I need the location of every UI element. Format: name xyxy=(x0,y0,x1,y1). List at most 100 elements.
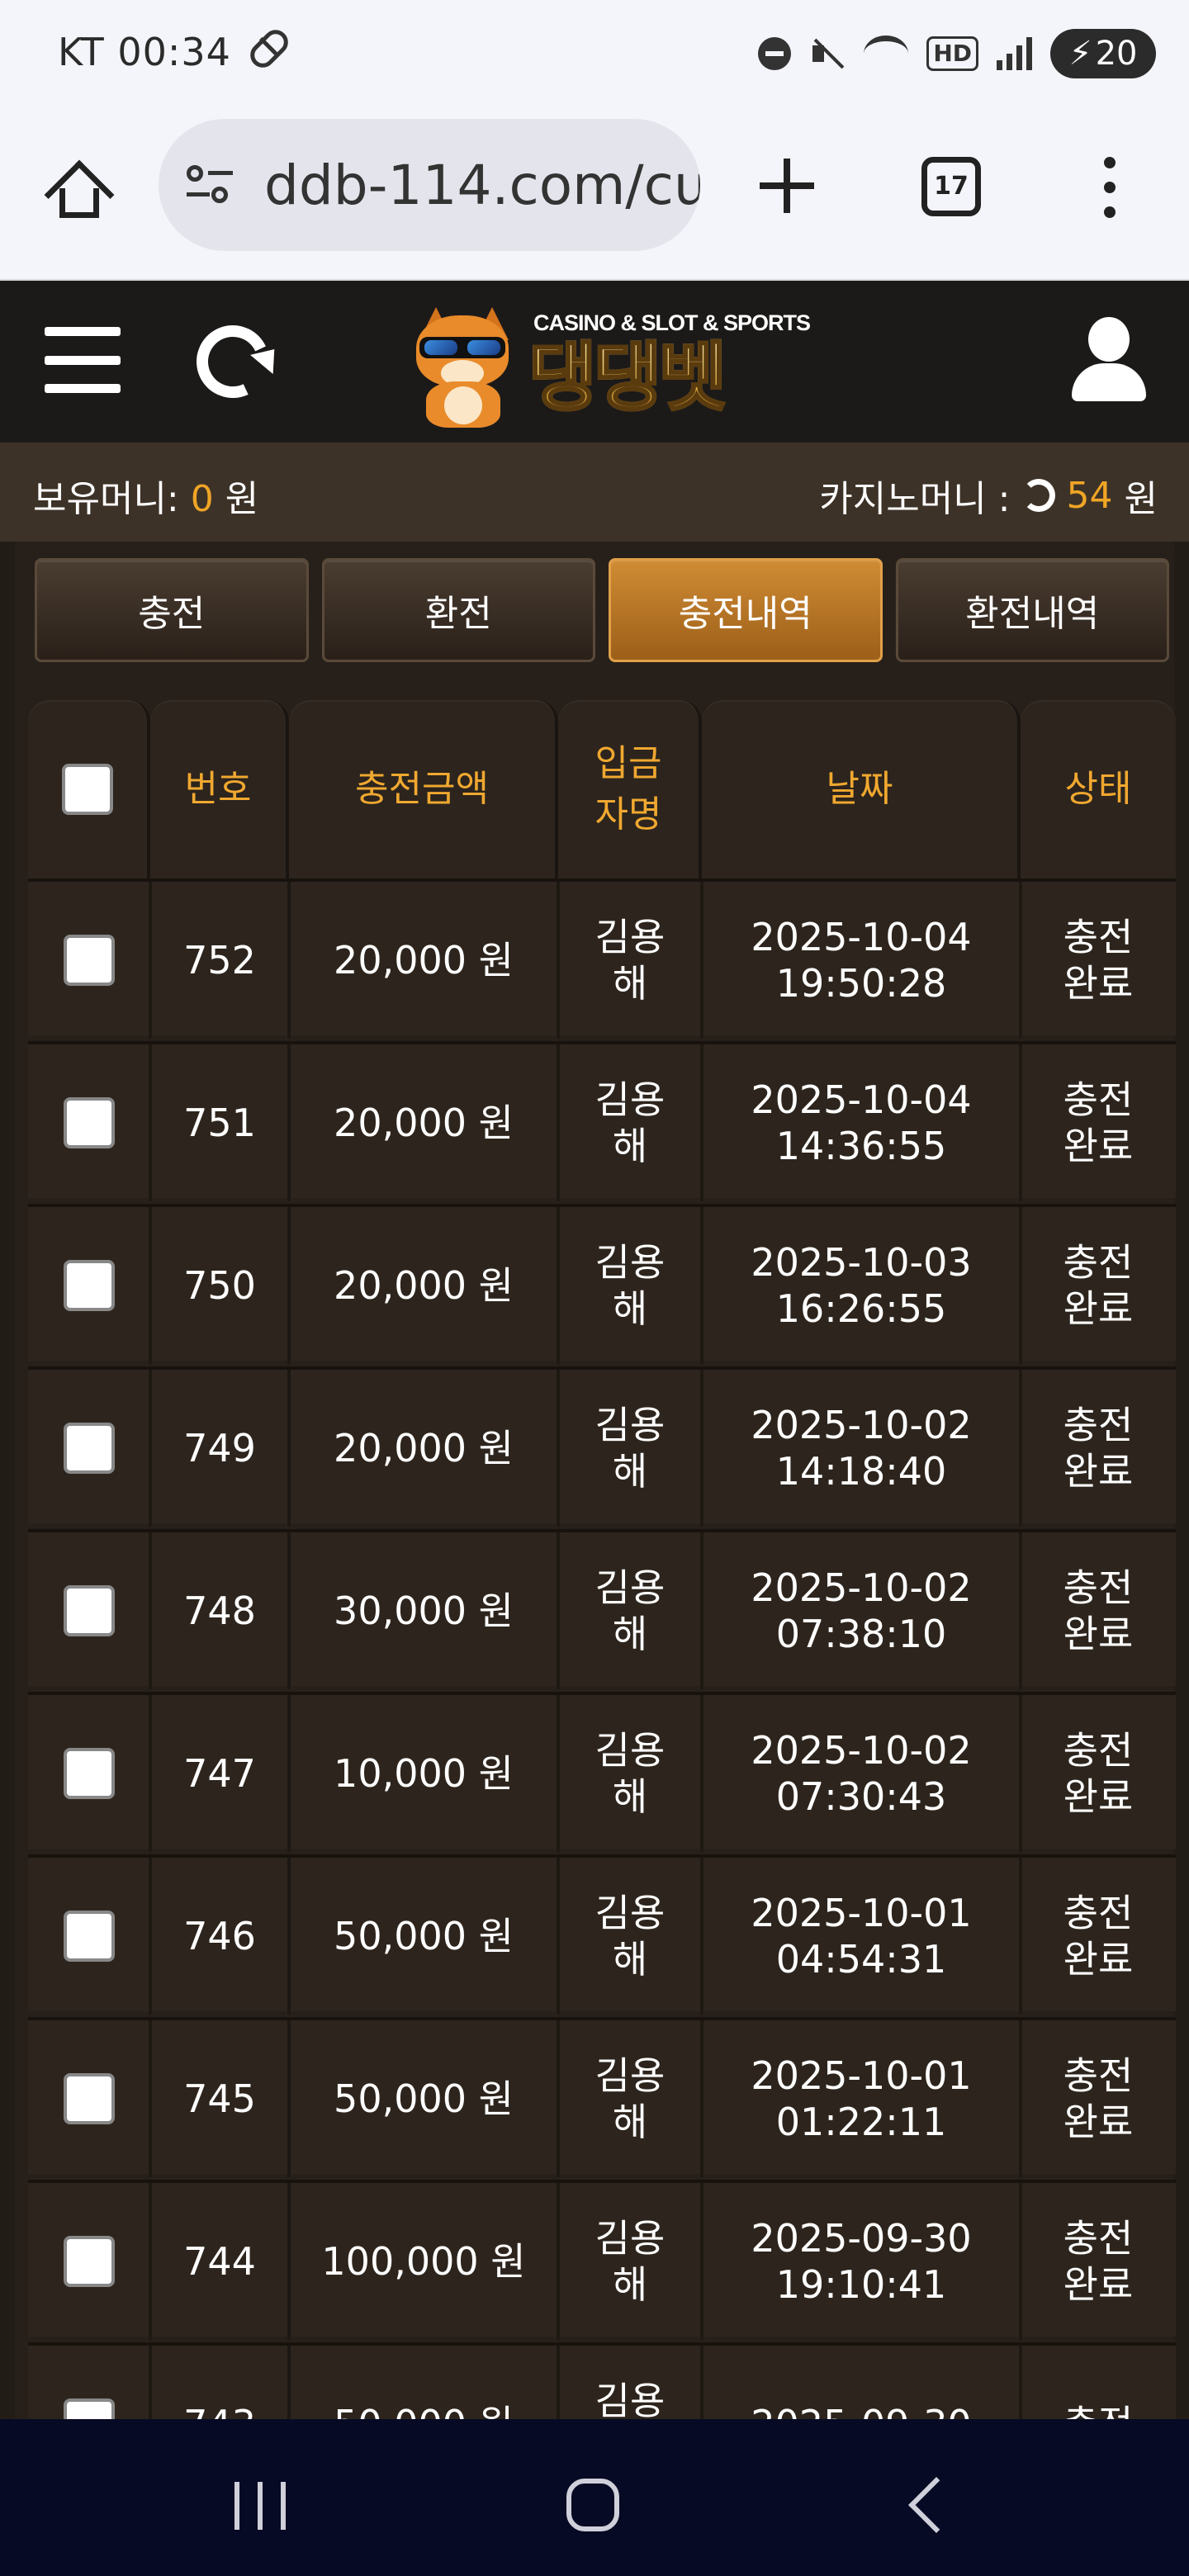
header-depositor: 입금 자명 xyxy=(558,700,702,878)
row-date: 2025-10-04 19:50:28 xyxy=(751,915,972,1006)
row-status: 충전 완료 xyxy=(1063,1891,1134,1982)
casino-money-refresh-icon[interactable] xyxy=(1021,479,1055,512)
status-bar: KT 00:34 HD ⚡ 20 xyxy=(0,0,1189,107)
status-icons: HD ⚡ 20 xyxy=(758,25,1156,83)
tab-deposit-history[interactable]: 충전내역 xyxy=(609,558,883,662)
row-status: 충전 완료 xyxy=(1063,1240,1134,1331)
row-depositor: 김용해 xyxy=(594,2053,666,2144)
row-date: 2025-10-02 07:38:10 xyxy=(751,1565,972,1656)
row-checkbox[interactable] xyxy=(64,2398,115,2419)
table-row: 745 50,000 원 김용 해 2025-10-01 01:22:11 충전 완료 xyxy=(28,2017,1176,2177)
row-date: 2025-10-01 04:54:31 xyxy=(751,1891,972,1982)
row-number: 744 xyxy=(183,2239,256,2284)
header-status: 상태 xyxy=(1021,700,1176,878)
site-logo[interactable]: CASINO & SLOT & SPORTS 댕댕벳 xyxy=(405,299,811,431)
row-number: 748 xyxy=(183,1589,256,1633)
row-date: 2025-10-02 07:30:43 xyxy=(751,1728,972,1819)
row-date: 2025-10-02 14:18:40 xyxy=(751,1403,972,1494)
table-row: 748 30,000 원 김용 해 2025-10-02 07:38:10 충전 완료 xyxy=(28,1529,1176,1689)
back-button[interactable] xyxy=(908,2477,964,2533)
row-date: 2025-10-03 16:26:55 xyxy=(751,1240,972,1331)
row-number: 743 xyxy=(183,2401,256,2419)
row-amount: 50,000 원 xyxy=(334,2076,514,2121)
table-row: 751 20,000 원 김용 해 2025-10-04 14:36:55 충전 완료 xyxy=(28,1041,1176,1201)
row-status: 충전 완료 xyxy=(1063,1728,1134,1819)
row-checkbox[interactable] xyxy=(64,1260,115,1311)
row-checkbox[interactable] xyxy=(64,1423,115,1474)
tab-switcher-button[interactable]: 17 xyxy=(921,157,981,216)
hd-voice-icon: HD xyxy=(926,36,978,71)
casino-money: 카지노머니 : 54 원 xyxy=(819,474,1158,521)
header-number: 번호 xyxy=(150,700,289,878)
home-button[interactable] xyxy=(566,2479,619,2531)
row-depositor: 김용해 xyxy=(594,1891,666,1982)
row-depositor: 김용해 xyxy=(594,2216,666,2307)
site-header: CASINO & SLOT & SPORTS 댕댕벳 xyxy=(0,281,1189,443)
row-status: 충전 xyxy=(1063,2401,1134,2419)
row-status: 충전 완료 xyxy=(1063,2053,1134,2144)
browser-home-button[interactable] xyxy=(44,159,115,230)
row-checkbox[interactable] xyxy=(64,935,115,986)
row-amount: 20,000 원 xyxy=(334,1263,514,1308)
shiba-dog-mascot-icon xyxy=(408,307,515,428)
row-checkbox[interactable] xyxy=(64,2073,115,2124)
recent-apps-button[interactable] xyxy=(234,2482,286,2530)
logo-brand: 댕댕벳 xyxy=(527,334,727,421)
row-checkbox[interactable] xyxy=(64,1097,115,1148)
tab-deposit[interactable]: 충전 xyxy=(35,558,309,662)
browser-menu-button[interactable] xyxy=(1101,157,1118,218)
hamburger-menu-button[interactable] xyxy=(45,327,121,393)
row-amount: 20,000 원 xyxy=(334,938,514,983)
row-depositor: 김용해 xyxy=(594,2379,666,2419)
tab-withdraw[interactable]: 환전 xyxy=(321,558,595,662)
main-content: 충전 환전 충전내역 환전내역 번호 충전금액 입금 자명 날짜 상태 752 20… xyxy=(0,542,1189,2419)
table-row: 750 20,000 원 김용 해 2025-10-03 16:26:55 충전 완료 xyxy=(28,1204,1176,1364)
battery-indicator: ⚡ 20 xyxy=(1050,29,1156,78)
user-account-icon[interactable] xyxy=(1070,314,1146,405)
row-status: 충전 완료 xyxy=(1063,1565,1134,1656)
select-all-checkbox[interactable] xyxy=(62,764,113,815)
row-number: 752 xyxy=(183,938,256,983)
row-depositor: 김용해 xyxy=(594,1728,666,1819)
row-number: 746 xyxy=(183,1914,256,1958)
row-amount: 50,000 원 xyxy=(334,2401,514,2419)
row-status: 충전 완료 xyxy=(1063,915,1134,1006)
deposit-tabs: 충전 환전 충전내역 환전내역 xyxy=(35,558,1169,662)
refresh-icon[interactable] xyxy=(186,315,280,409)
row-date: 2025-09-30 xyxy=(751,2401,971,2419)
money-bar: 보유머니: 0 원 카지노머니 : 54 원 xyxy=(0,443,1189,542)
pill-icon xyxy=(245,25,293,73)
row-checkbox[interactable] xyxy=(64,2236,115,2287)
url-text[interactable]: ddb-114.com/cu xyxy=(264,154,700,217)
row-number: 747 xyxy=(183,1751,256,1796)
row-depositor: 김용해 xyxy=(594,915,666,1006)
address-bar[interactable]: ddb-114.com/cu xyxy=(159,119,700,251)
logo-tagline: CASINO & SLOT & SPORTS xyxy=(533,310,811,335)
row-date: 2025-10-01 01:22:11 xyxy=(751,2053,972,2144)
row-amount: 30,000 원 xyxy=(334,1589,514,1633)
table-row: 747 10,000 원 김용 해 2025-10-02 07:30:43 충전 완료 xyxy=(28,1692,1176,1852)
site-settings-icon[interactable] xyxy=(187,165,234,205)
table-row: 749 20,000 원 김용 해 2025-10-02 14:18:40 충전 완료 xyxy=(28,1366,1176,1527)
row-amount: 20,000 원 xyxy=(334,1101,514,1145)
held-money: 보유머니: 0 원 xyxy=(33,478,259,520)
new-tab-button[interactable] xyxy=(756,155,817,216)
row-depositor: 김용해 xyxy=(594,1077,666,1168)
row-number: 745 xyxy=(183,2076,256,2121)
table-row: 744 100,000 원 김용 해 2025-09-30 19:10:41 충전 완료 xyxy=(28,2180,1176,2340)
row-status: 충전 완료 xyxy=(1063,1077,1134,1168)
row-checkbox[interactable] xyxy=(64,1585,115,1636)
row-depositor: 김용해 xyxy=(594,1240,666,1331)
row-number: 751 xyxy=(183,1101,256,1145)
row-checkbox[interactable] xyxy=(64,1748,115,1799)
row-checkbox[interactable] xyxy=(64,1911,115,1962)
row-depositor: 김용해 xyxy=(594,1403,666,1494)
system-navigation-bar xyxy=(0,2419,1189,2576)
row-date: 2025-09-30 19:10:41 xyxy=(751,2216,972,2307)
header-date: 날짜 xyxy=(702,700,1021,878)
row-depositor: 김용해 xyxy=(594,1565,666,1656)
header-amount: 충전금액 xyxy=(289,700,558,878)
held-money-amount: 0 xyxy=(190,478,214,520)
tab-withdraw-history[interactable]: 환전내역 xyxy=(895,558,1169,662)
status-carrier-time: KT 00:34 xyxy=(58,30,231,74)
